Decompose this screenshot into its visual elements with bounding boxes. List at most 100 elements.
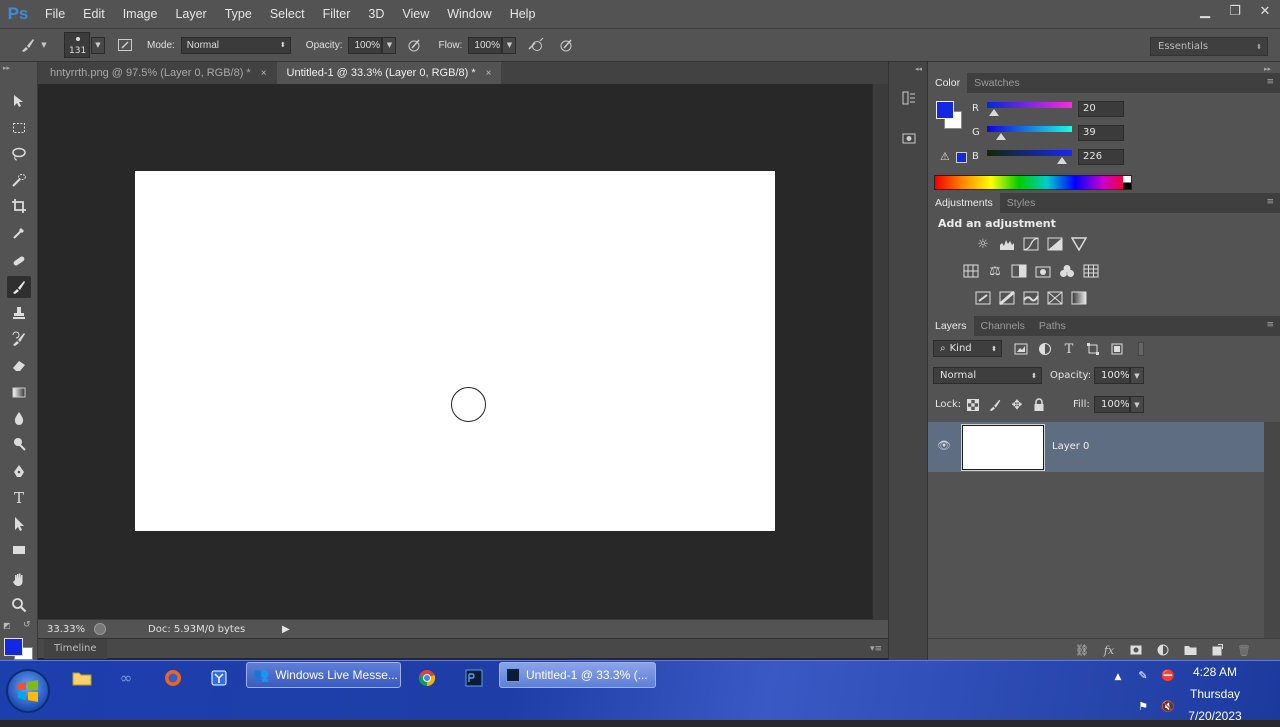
pressure-opacity-icon[interactable] <box>404 35 424 55</box>
maximize-button[interactable]: ❐ <box>1220 1 1250 21</box>
opacity-arrow-icon[interactable]: ▼ <box>382 36 397 54</box>
vertical-scrollbar[interactable] <box>872 84 888 619</box>
green-slider-track[interactable] <box>987 126 1072 132</box>
link-layers-icon[interactable]: ⛓ <box>1075 643 1089 657</box>
layer-thumbnail[interactable] <box>961 424 1045 471</box>
gradient-tool-icon[interactable] <box>7 381 31 403</box>
blur-tool-icon[interactable] <box>7 407 31 429</box>
brush-size-preview[interactable]: 131 <box>64 32 90 58</box>
close-tab-icon[interactable]: × <box>261 68 267 79</box>
panel-menu-icon[interactable]: ≡ <box>1266 197 1274 207</box>
blend-mode-select[interactable]: Normal ⬍ <box>933 367 1042 384</box>
menu-image[interactable]: Image <box>114 0 167 28</box>
brush-tool-icon[interactable] <box>7 276 31 298</box>
start-button-windows-icon[interactable] <box>6 669 50 713</box>
add-mask-icon[interactable] <box>1129 643 1143 657</box>
tab-color[interactable]: Color <box>928 73 968 93</box>
eraser-tool-icon[interactable] <box>7 354 31 376</box>
red-slider-thumb[interactable] <box>989 109 999 116</box>
show-hidden-icons-arrow-icon[interactable]: ▲ <box>1110 669 1126 685</box>
taskbar-windows-live-messenger[interactable]: 👥 Windows Live Messe... <box>246 662 401 688</box>
foreground-color-swatch[interactable] <box>4 638 23 656</box>
red-slider-track[interactable] <box>987 102 1072 108</box>
collapse-arrows-icon[interactable]: ▸▸ <box>1264 65 1271 73</box>
fill-arrow-icon[interactable]: ▼ <box>1130 396 1144 413</box>
layer-name[interactable]: Layer 0 <box>1052 441 1089 452</box>
status-info-icon[interactable] <box>94 623 106 635</box>
chrome-browser-icon[interactable] <box>411 665 443 691</box>
panel-menu-icon[interactable]: ≡ <box>1266 320 1274 330</box>
explorer-folder-icon[interactable] <box>66 665 98 691</box>
panel-menu-icon[interactable]: ▾≡ <box>870 644 882 654</box>
clone-stamp-tool-icon[interactable] <box>7 302 31 324</box>
color-lookup-icon[interactable] <box>1082 263 1100 279</box>
canvas-area[interactable] <box>38 84 872 619</box>
hue-saturation-icon[interactable] <box>962 263 980 279</box>
tab-adjustments[interactable]: Adjustments <box>928 193 1000 213</box>
tab-channels[interactable]: Channels <box>974 316 1032 336</box>
visibility-eye-icon[interactable]: 👁 <box>937 439 951 452</box>
dodge-tool-icon[interactable] <box>7 433 31 455</box>
quick-selection-tool-icon[interactable] <box>7 169 31 191</box>
history-brush-tool-icon[interactable] <box>7 328 31 350</box>
type-tool-icon[interactable]: T <box>7 487 31 509</box>
menu-file[interactable]: File <box>36 0 74 28</box>
marquee-tool-icon[interactable] <box>7 117 31 139</box>
levels-icon[interactable] <box>998 236 1016 252</box>
firefox-browser-icon[interactable] <box>157 665 189 691</box>
layer-opacity-arrow-icon[interactable]: ▼ <box>1130 367 1144 384</box>
blue-slider-thumb[interactable] <box>1057 157 1067 164</box>
brightness-contrast-icon[interactable]: ☼ <box>974 236 992 252</box>
move-tool-icon[interactable] <box>7 90 31 112</box>
exposure-icon[interactable] <box>1046 236 1064 252</box>
layers-scrollbar[interactable] <box>1264 422 1280 638</box>
menu-window[interactable]: Window <box>438 0 500 28</box>
fill-field[interactable]: 100% <box>1094 396 1130 413</box>
new-group-folder-icon[interactable] <box>1183 643 1197 657</box>
menu-type[interactable]: Type <box>216 0 261 28</box>
gradient-map-icon[interactable] <box>1070 290 1088 306</box>
healing-brush-tool-icon[interactable] <box>7 250 31 272</box>
eyedropper-tool-icon[interactable] <box>7 222 31 244</box>
lock-transparent-pixels-icon[interactable] <box>964 397 982 413</box>
gamut-warning-icon[interactable]: ⚠ <box>940 150 950 163</box>
posterize-icon[interactable] <box>998 290 1016 306</box>
brush-tool-icon[interactable] <box>18 35 38 55</box>
app-shortcut-icon[interactable] <box>203 665 235 691</box>
channel-mixer-icon[interactable] <box>1058 263 1076 279</box>
foreground-color-swatch[interactable] <box>936 101 954 119</box>
taskbar-photoshop-untitled-1[interactable]: Untitled-1 @ 33.3% (... <box>499 662 656 688</box>
close-tab-icon[interactable]: × <box>486 68 492 79</box>
pen-tool-icon[interactable] <box>7 461 31 483</box>
brush-picker-arrow-icon[interactable]: ▼ <box>91 36 105 54</box>
lasso-tool-icon[interactable] <box>7 143 31 165</box>
swap-colors-icon[interactable]: ↺ <box>23 620 31 630</box>
tab-styles[interactable]: Styles <box>1000 193 1043 213</box>
panel-menu-icon[interactable]: ≡ <box>1266 77 1274 87</box>
filter-shape-icon[interactable] <box>1084 341 1102 357</box>
vibrance-icon[interactable] <box>1070 236 1088 252</box>
new-adjustment-layer-icon[interactable] <box>1156 643 1170 657</box>
tab-untitled-1[interactable]: Untitled-1 @ 33.3% (Layer 0, RGB/8) * × <box>276 62 502 84</box>
blue-value-field[interactable]: 226 <box>1078 149 1124 165</box>
color-spectrum-ramp[interactable] <box>934 175 1132 190</box>
photo-filter-icon[interactable] <box>1034 263 1052 279</box>
menu-3d[interactable]: 3D <box>359 0 393 28</box>
filter-type-icon[interactable]: T <box>1060 341 1078 357</box>
tool-preset-arrow-icon[interactable]: ▼ <box>38 35 50 55</box>
filter-adjustment-icon[interactable] <box>1036 341 1054 357</box>
green-slider-thumb[interactable] <box>996 133 1006 140</box>
lock-image-pixels-icon[interactable] <box>986 397 1004 413</box>
red-value-field[interactable]: 20 <box>1078 101 1124 117</box>
tab-layers[interactable]: Layers <box>928 316 974 336</box>
crop-tool-icon[interactable] <box>7 195 31 217</box>
close-button[interactable]: ✕ <box>1250 1 1280 21</box>
pressure-size-icon[interactable] <box>556 35 576 55</box>
minimize-button[interactable]: ▁ <box>1190 1 1220 21</box>
blue-slider-track[interactable] <box>987 150 1072 156</box>
filter-smart-object-icon[interactable] <box>1108 341 1126 357</box>
zoom-tool-icon[interactable] <box>7 594 31 616</box>
media-player-icon[interactable]: ∞ <box>110 665 142 691</box>
history-panel-icon[interactable] <box>899 88 919 108</box>
filter-pixel-icon[interactable] <box>1012 341 1030 357</box>
